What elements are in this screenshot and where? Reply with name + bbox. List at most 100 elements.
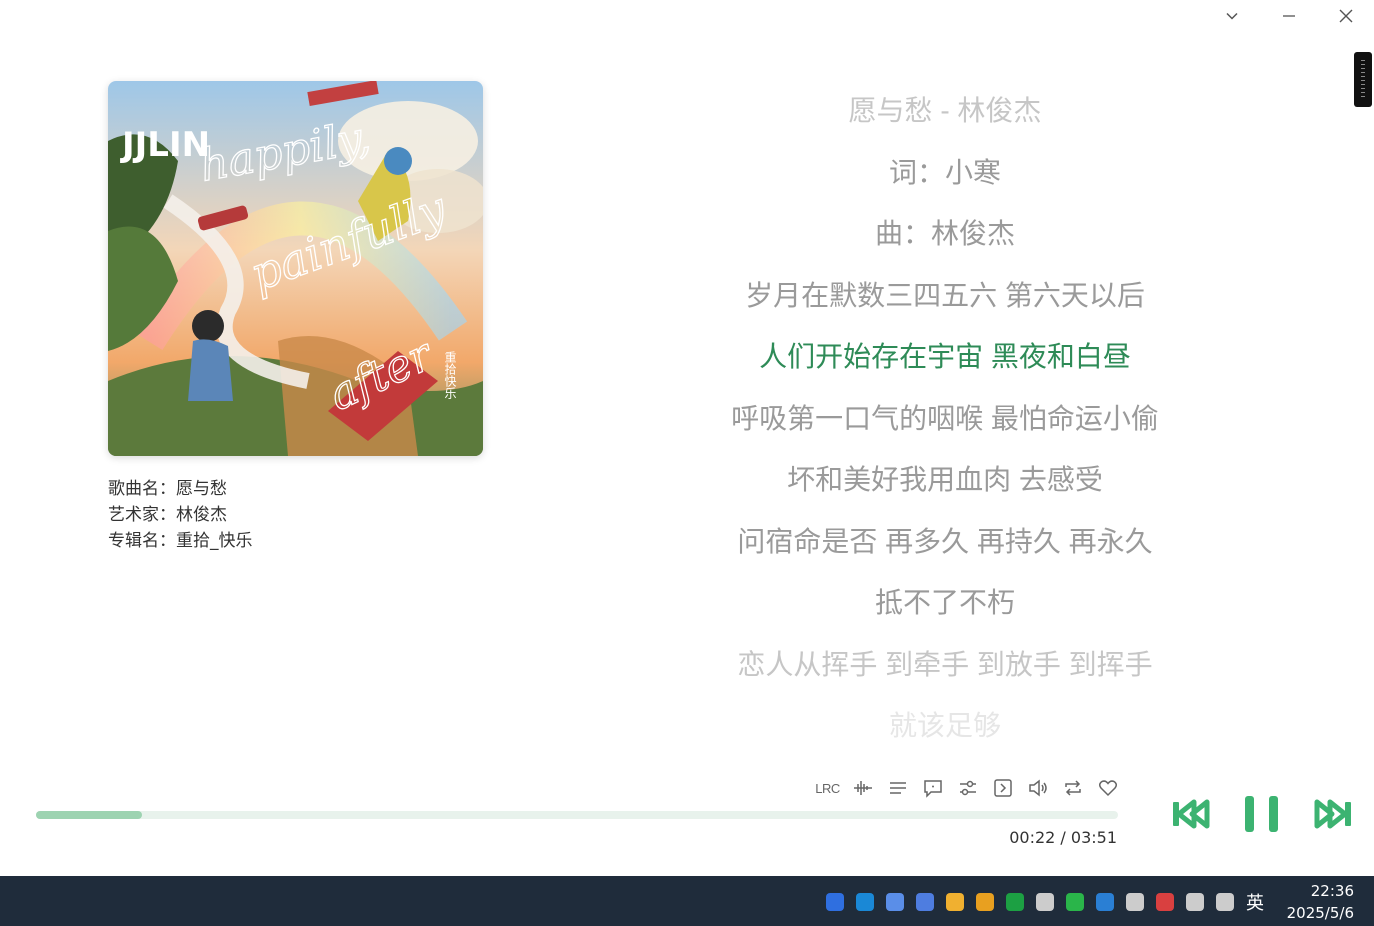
lyric-line[interactable]: 愿与愁 - 林俊杰 bbox=[690, 80, 1200, 142]
tray-icon-glyph bbox=[1126, 893, 1144, 911]
playlist-icon bbox=[889, 782, 906, 794]
comment-icon bbox=[923, 780, 942, 798]
artist-label: 艺术家： bbox=[108, 505, 176, 525]
lyric-line[interactable]: 坏和美好我用血肉 去感受 bbox=[690, 449, 1200, 511]
tray-app-icon[interactable] bbox=[1030, 890, 1060, 914]
clock-date: 2025/5/6 bbox=[1286, 904, 1354, 922]
tray-icon-glyph bbox=[1156, 893, 1174, 911]
tray-icon-glyph bbox=[1066, 893, 1084, 911]
player-toolbar: LRC bbox=[810, 772, 1125, 804]
minimize-button[interactable] bbox=[1260, 2, 1317, 30]
pause-icon bbox=[1245, 796, 1278, 832]
lyrics-panel[interactable]: 愿与愁 - 林俊杰 词：小寒 曲：林俊杰 岁月在默数三四五六 第六天以后 人们开始存在宇… bbox=[690, 80, 1200, 757]
song-name-value: 愿与愁 bbox=[176, 479, 227, 499]
tray-app-icon[interactable] bbox=[1090, 890, 1120, 914]
album-row: 专辑名：重拾_快乐 bbox=[108, 528, 253, 554]
close-icon bbox=[1339, 9, 1352, 23]
tray-app-icon[interactable] bbox=[850, 890, 880, 914]
taskbar-clock[interactable]: 22:36 2025/5/6 bbox=[1287, 880, 1354, 924]
repeat-icon bbox=[1064, 780, 1081, 796]
progress-fill bbox=[36, 811, 143, 819]
player-window: JJLIN happily, painfully after 重拾快乐 歌曲名：… bbox=[0, 0, 1374, 876]
tray-icon-glyph bbox=[946, 893, 964, 911]
artist-row: 艺术家：林俊杰 bbox=[108, 502, 253, 528]
time-separator: / bbox=[1060, 828, 1066, 847]
next-button[interactable] bbox=[1312, 792, 1356, 836]
next-panel-icon bbox=[993, 779, 1012, 797]
waveform-button[interactable] bbox=[845, 772, 880, 804]
taskbar: 英 22:36 2025/5/6 bbox=[0, 876, 1374, 926]
tray-icon-glyph bbox=[976, 893, 994, 911]
lyric-line[interactable]: 岁月在默数三四五六 第六天以后 bbox=[690, 265, 1200, 327]
tray-icon-glyph bbox=[916, 893, 934, 911]
album-cn-title: 重拾快乐 bbox=[443, 351, 457, 399]
song-info: 歌曲名：愿与愁 艺术家：林俊杰 专辑名：重拾_快乐 bbox=[108, 476, 253, 554]
tray-icon-glyph bbox=[1186, 893, 1204, 911]
album-value: 重拾_快乐 bbox=[176, 531, 253, 551]
lrc-icon: LRC bbox=[815, 780, 840, 796]
tray-app-icon[interactable] bbox=[1210, 890, 1240, 914]
tray-icon-glyph bbox=[1096, 893, 1114, 911]
lyric-line[interactable]: 问宿命是否 再多久 再持久 再永久 bbox=[690, 511, 1200, 573]
repeat-button[interactable] bbox=[1055, 772, 1090, 804]
side-drag-handle[interactable] bbox=[1354, 52, 1372, 107]
system-tray: 英 bbox=[820, 889, 1264, 915]
previous-icon bbox=[1173, 799, 1210, 829]
tray-icon-glyph bbox=[1006, 893, 1024, 911]
tray-icon-glyph bbox=[856, 893, 874, 911]
tray-app-icon[interactable] bbox=[970, 890, 1000, 914]
volume-button[interactable] bbox=[1020, 772, 1055, 804]
song-name-label: 歌曲名： bbox=[108, 479, 176, 499]
current-time: 00:22 bbox=[1009, 828, 1056, 847]
next-icon bbox=[1314, 799, 1351, 829]
ime-indicator[interactable]: 英 bbox=[1246, 889, 1264, 915]
tray-app-icon[interactable] bbox=[1150, 890, 1180, 914]
tray-app-icon[interactable] bbox=[1120, 890, 1150, 914]
tray-app-icon[interactable] bbox=[1180, 890, 1210, 914]
comment-button[interactable] bbox=[915, 772, 950, 804]
tray-app-icon[interactable] bbox=[1060, 890, 1090, 914]
tray-app-icon[interactable] bbox=[1000, 890, 1030, 914]
lyric-line[interactable]: 恋人从挥手 到牵手 到放手 到挥手 bbox=[690, 634, 1200, 696]
time-display: 00:22 / 03:51 bbox=[1009, 828, 1117, 847]
tray-app-icon[interactable] bbox=[880, 890, 910, 914]
equalizer-icon bbox=[959, 780, 976, 796]
like-button[interactable] bbox=[1090, 772, 1125, 804]
tray-icon-glyph bbox=[886, 893, 904, 911]
lyric-line[interactable]: 呼吸第一口气的咽喉 最怕命运小偷 bbox=[690, 388, 1200, 450]
tray-icon-glyph bbox=[1036, 893, 1054, 911]
album-artwork: JJLIN happily, painfully after 重拾快乐 bbox=[108, 81, 483, 456]
tray-app-icon[interactable] bbox=[940, 890, 970, 914]
song-name-row: 歌曲名：愿与愁 bbox=[108, 476, 253, 502]
close-button[interactable] bbox=[1317, 2, 1374, 30]
lyric-line-active[interactable]: 人们开始存在宇宙 黑夜和白昼 bbox=[690, 326, 1200, 388]
window-controls bbox=[1203, 2, 1374, 30]
tray-app-icon[interactable] bbox=[820, 890, 850, 914]
lrc-button[interactable]: LRC bbox=[810, 772, 845, 804]
album-label: 专辑名： bbox=[108, 531, 176, 551]
tray-app-icon[interactable] bbox=[910, 890, 940, 914]
clock-time: 22:36 bbox=[1310, 882, 1354, 900]
tray-icon-glyph bbox=[826, 893, 844, 911]
like-icon bbox=[1098, 780, 1117, 797]
album-cover[interactable]: JJLIN happily, painfully after 重拾快乐 bbox=[108, 81, 483, 456]
lyric-line[interactable]: 曲：林俊杰 bbox=[690, 203, 1200, 265]
volume-icon bbox=[1028, 779, 1047, 797]
chevron-down-icon bbox=[1225, 12, 1238, 20]
waveform-icon bbox=[853, 781, 872, 795]
lyric-line[interactable]: 词：小寒 bbox=[690, 142, 1200, 204]
pause-button[interactable] bbox=[1232, 792, 1292, 836]
artist-value: 林俊杰 bbox=[176, 505, 227, 525]
tray-icon-glyph bbox=[1216, 893, 1234, 911]
playlist-button[interactable] bbox=[880, 772, 915, 804]
transport-controls bbox=[1168, 792, 1356, 836]
minimize-icon bbox=[1282, 15, 1295, 17]
next-panel-button[interactable] bbox=[985, 772, 1020, 804]
total-time: 03:51 bbox=[1070, 828, 1117, 847]
lyric-line[interactable]: 就该足够 bbox=[690, 695, 1200, 757]
collapse-button[interactable] bbox=[1203, 2, 1260, 30]
progress-bar[interactable] bbox=[36, 811, 1118, 819]
lyric-line[interactable]: 抵不了不朽 bbox=[690, 572, 1200, 634]
equalizer-button[interactable] bbox=[950, 772, 985, 804]
previous-button[interactable] bbox=[1168, 792, 1212, 836]
